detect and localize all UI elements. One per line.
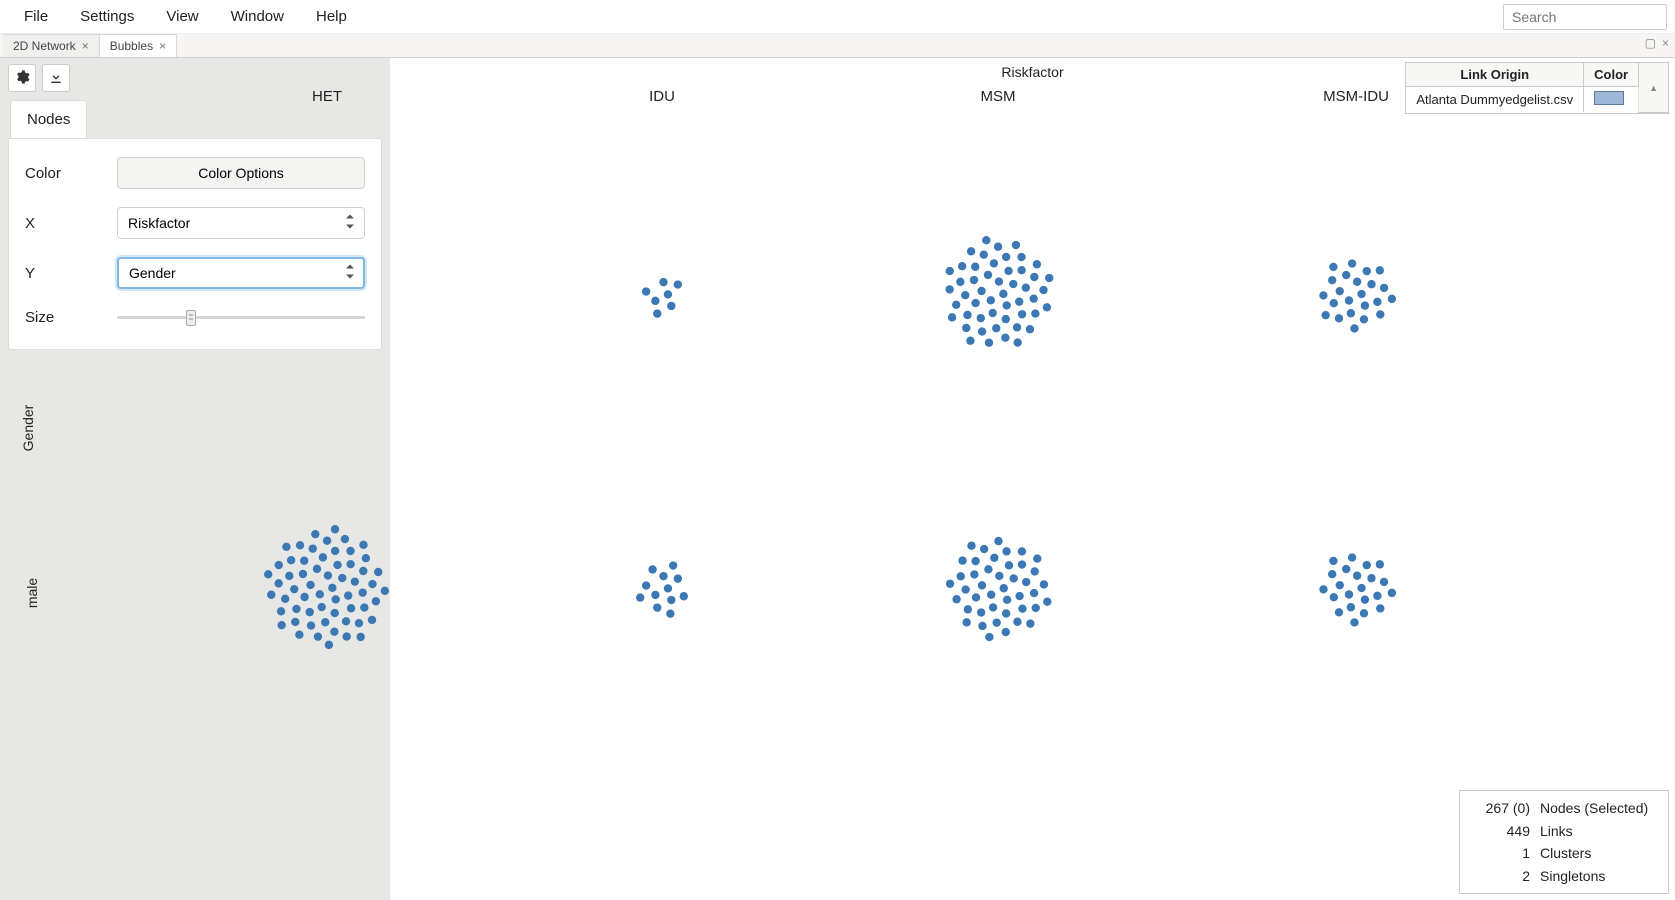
settings-button[interactable]	[8, 64, 36, 92]
x-category-msm: MSM	[981, 88, 1016, 105]
legend: Link Origin Color ▲ Atlanta Dummyedgelis…	[1405, 62, 1669, 114]
x-select[interactable]: Riskfactor	[117, 207, 365, 239]
download-button[interactable]	[42, 64, 70, 92]
nodes-panel: Color Color Options X Riskfactor Y Gende…	[8, 138, 382, 350]
y-select[interactable]: Gender	[117, 257, 365, 289]
close-icon[interactable]: ×	[1662, 36, 1669, 50]
tab-2d-network[interactable]: 2D Network ×	[3, 34, 100, 57]
tab-strip: 2D Network × Bubbles × ▢ ×	[0, 34, 1675, 58]
maximize-icon[interactable]: ▢	[1645, 36, 1656, 50]
bubble-cluster	[637, 269, 688, 323]
legend-origin-value: Atlanta Dummyedgelist.csv	[1406, 87, 1583, 113]
download-icon	[48, 69, 64, 88]
slider-thumb[interactable]	[186, 310, 196, 326]
color-options-button[interactable]: Color Options	[117, 157, 365, 189]
stats-singletons-label: Singletons	[1540, 865, 1658, 887]
stats-links-count: 449	[1470, 820, 1530, 842]
panel-tab-nodes[interactable]: Nodes	[10, 100, 87, 138]
close-icon[interactable]: ×	[159, 39, 166, 53]
y-label: Y	[25, 265, 117, 282]
x-axis-title: Riskfactor	[1001, 64, 1063, 80]
tab-label: Bubbles	[110, 39, 153, 53]
stats-singletons-count: 2	[1470, 865, 1530, 887]
bubble-cluster	[631, 557, 694, 623]
stats-box: 267 (0) Nodes (Selected) 449 Links 1 Cluste…	[1459, 790, 1669, 894]
menu-settings[interactable]: Settings	[64, 2, 150, 31]
bubble-cluster	[943, 533, 1053, 646]
menu-help[interactable]: Help	[300, 2, 363, 31]
legend-col-color: Color	[1584, 63, 1639, 87]
size-slider[interactable]	[117, 307, 365, 327]
sidebar: Nodes Color Color Options X Riskfactor Y…	[0, 58, 390, 900]
menu-view[interactable]: View	[150, 2, 214, 31]
stats-clusters-count: 1	[1470, 842, 1530, 864]
gear-icon	[14, 69, 30, 88]
x-category-idu: IDU	[649, 88, 675, 105]
bubble-cluster	[262, 523, 392, 656]
stats-nodes-count: 267 (0)	[1470, 797, 1530, 819]
close-icon[interactable]: ×	[82, 39, 89, 53]
bubble-cluster	[1314, 546, 1398, 633]
x-category-het: HET	[312, 88, 342, 105]
search-input[interactable]	[1503, 4, 1667, 30]
stats-links-label: Links	[1540, 820, 1658, 842]
window-controls: ▢ ×	[1645, 36, 1669, 50]
bubble-cluster	[1314, 252, 1398, 339]
x-category-msm-idu: MSM-IDU	[1323, 88, 1389, 105]
tab-label: 2D Network	[13, 39, 76, 53]
y-category-male: male	[24, 578, 40, 608]
tab-bubbles[interactable]: Bubbles ×	[100, 34, 177, 57]
stats-nodes-label: Nodes (Selected)	[1540, 797, 1658, 819]
legend-color-swatch[interactable]	[1584, 87, 1639, 113]
color-label: Color	[25, 165, 117, 182]
stats-clusters-label: Clusters	[1540, 842, 1658, 864]
bubble-cluster	[938, 234, 1058, 357]
legend-scrollbar[interactable]: ▲	[1639, 63, 1668, 112]
menu-window[interactable]: Window	[215, 2, 300, 31]
menu-file[interactable]: File	[8, 2, 64, 31]
y-axis-title: Gender	[20, 405, 36, 452]
chart-canvas: Riskfactor HET IDU MSM MSM-IDU Gender ma…	[390, 58, 1675, 900]
size-label: Size	[25, 309, 117, 326]
x-label: X	[25, 215, 117, 232]
legend-col-origin: Link Origin	[1406, 63, 1583, 87]
menubar: File Settings View Window Help	[0, 0, 1675, 34]
